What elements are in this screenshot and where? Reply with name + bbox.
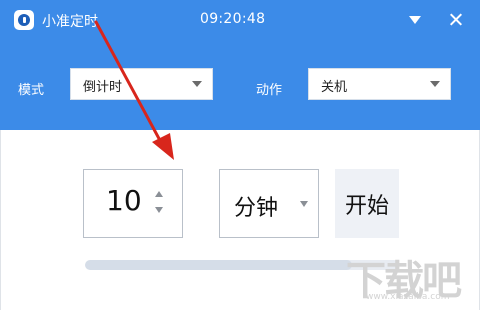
app-logo-icon bbox=[14, 10, 34, 30]
action-dropdown-value: 关机 bbox=[321, 80, 348, 95]
mode-label: 模式 bbox=[18, 83, 45, 98]
action-label: 动作 bbox=[256, 83, 283, 98]
time-unit-dropdown[interactable]: 分钟 bbox=[219, 169, 319, 238]
progress-fill bbox=[85, 260, 352, 270]
spin-down-icon[interactable] bbox=[155, 207, 163, 213]
minimize-icon[interactable] bbox=[408, 13, 422, 27]
app-title: 小准定时 bbox=[42, 14, 98, 30]
time-unit-value: 分钟 bbox=[234, 196, 279, 221]
time-number-stepper[interactable]: 10 bbox=[83, 169, 183, 238]
spin-up-icon[interactable] bbox=[155, 191, 163, 197]
settings-panel: 模式 倒计时 动作 关机 bbox=[0, 40, 480, 130]
app-window: 小准定时 09:20:48 模式 倒计时 动作 关机 10 分钟 开始 下载吧 … bbox=[0, 0, 480, 310]
mode-dropdown-value: 倒计时 bbox=[83, 80, 123, 95]
time-number-value: 10 bbox=[106, 184, 142, 217]
dropdown-arrow-icon bbox=[300, 201, 308, 207]
title-bar[interactable]: 小准定时 09:20:48 bbox=[0, 0, 480, 40]
watermark-url: www.xiazaiba.com bbox=[366, 292, 450, 302]
close-icon[interactable] bbox=[448, 11, 464, 27]
dropdown-arrow-icon bbox=[430, 81, 440, 87]
clock-display: 09:20:48 bbox=[200, 11, 266, 27]
watermark: 下载吧 www.xiazaiba.com bbox=[346, 248, 474, 304]
start-button[interactable]: 开始 bbox=[335, 169, 399, 238]
action-dropdown[interactable]: 关机 bbox=[308, 68, 451, 100]
dropdown-arrow-icon bbox=[192, 81, 202, 87]
mode-dropdown[interactable]: 倒计时 bbox=[70, 68, 213, 100]
